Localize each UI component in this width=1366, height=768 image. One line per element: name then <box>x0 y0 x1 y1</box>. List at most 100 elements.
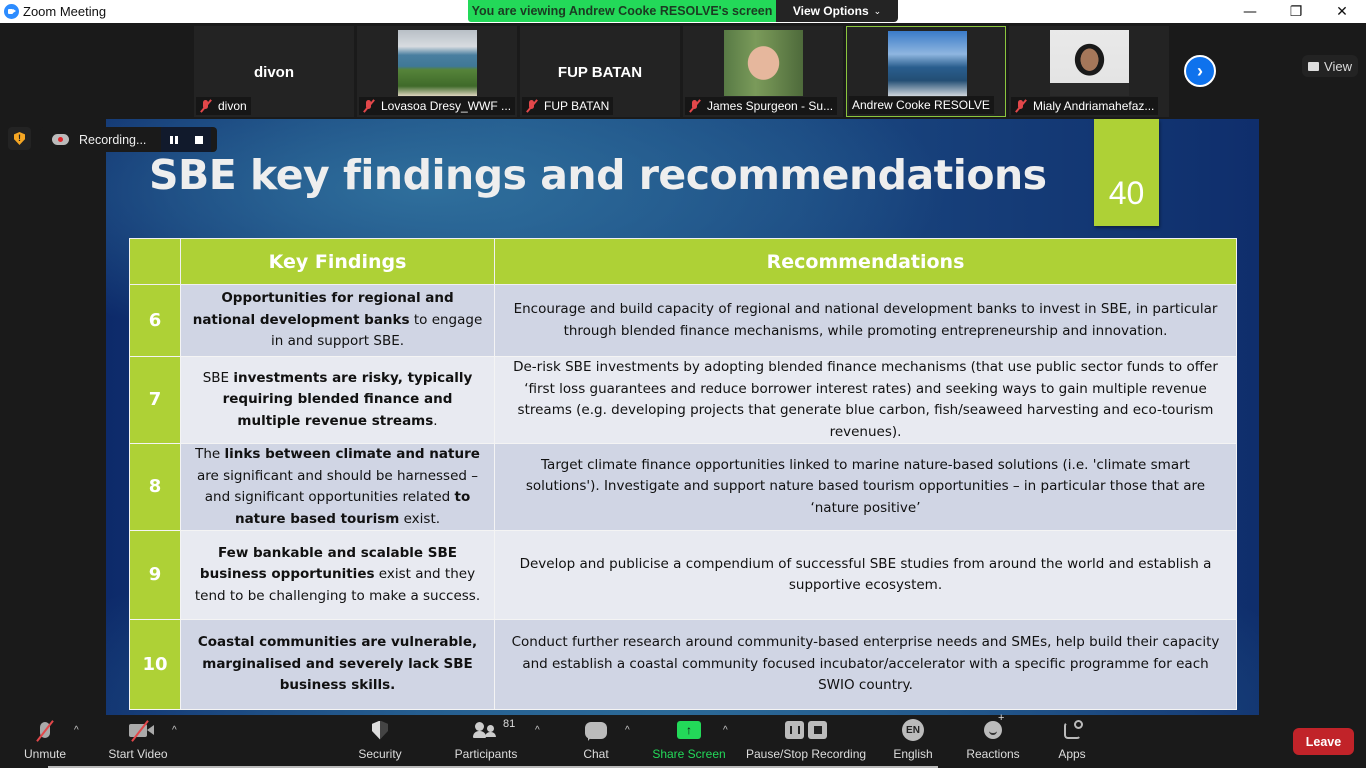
mic-muted-icon <box>688 99 702 113</box>
participants-button[interactable]: 81 Participants <box>454 715 518 768</box>
start-video-button[interactable]: Start Video <box>107 715 169 768</box>
key-finding-cell: Coastal communities are vulnerable, marg… <box>180 619 495 710</box>
row-number: 6 <box>129 284 181 357</box>
participant-name: Andrew Cooke RESOLVE <box>852 98 990 112</box>
finding-text: SBE <box>202 369 234 386</box>
finding-text-bold: Coastal communities are vulnerable, marg… <box>197 634 478 694</box>
participant-photo <box>724 30 803 96</box>
video-options-caret[interactable]: ^ <box>172 725 177 736</box>
unmute-label: Unmute <box>23 747 67 761</box>
chat-options-caret[interactable]: ^ <box>625 725 630 736</box>
share-options-caret[interactable]: ^ <box>723 725 728 736</box>
participant-name: FUP BATAN <box>544 99 610 113</box>
gallery-next-button[interactable]: › <box>1184 55 1216 87</box>
unmute-button[interactable]: Unmute <box>22 715 68 768</box>
minimize-button[interactable]: — <box>1227 0 1273 23</box>
row-number: 7 <box>129 356 181 444</box>
chat-label: Chat <box>583 747 609 761</box>
view-options-label: View Options <box>792 4 869 18</box>
pause-recording-button[interactable] <box>161 127 186 152</box>
stop-icon <box>194 135 203 144</box>
language-button[interactable]: EN English <box>892 715 934 768</box>
participant-tile[interactable]: divon divon <box>194 26 354 117</box>
participant-tile[interactable]: Mialy Andriamahefaz... <box>1009 26 1169 117</box>
pause-stop-icon <box>785 721 827 739</box>
shield-icon <box>372 720 388 740</box>
chat-button[interactable]: Chat <box>578 715 614 768</box>
participant-tile-active-speaker[interactable]: Andrew Cooke RESOLVE <box>846 26 1006 117</box>
participant-name: James Spurgeon - Su... <box>707 99 834 113</box>
recommendation-cell: Develop and publicise a compendium of su… <box>494 530 1237 620</box>
chat-icon <box>585 721 607 741</box>
mic-muted-icon <box>40 722 50 738</box>
pause-stop-recording-button[interactable]: Pause/Stop Recording <box>746 715 866 768</box>
window-title-bar: Zoom Meeting You are viewing Andrew Cook… <box>0 0 1366 23</box>
recommendation-cell: Target climate finance opportunities lin… <box>494 443 1237 531</box>
key-finding-cell: The links between climate and nature are… <box>180 443 495 531</box>
key-finding-cell: Opportunities for regional and national … <box>180 284 495 357</box>
share-screen-button[interactable]: ↑ Share Screen <box>652 715 726 768</box>
recommendation-cell: Conduct further research around communit… <box>494 619 1237 710</box>
participants-icon <box>473 722 499 738</box>
video-off-icon <box>129 723 154 737</box>
participants-options-caret[interactable]: ^ <box>535 725 540 736</box>
zoom-app-icon <box>4 4 19 19</box>
participant-tile[interactable]: James Spurgeon - Su... <box>683 26 843 117</box>
reactions-label: Reactions <box>966 747 1020 761</box>
audio-options-caret[interactable]: ^ <box>74 725 79 736</box>
mic-muted-icon <box>1014 99 1028 113</box>
reactions-icon <box>984 712 1004 739</box>
table-row: 10 Coastal communities are vulnerable, ma… <box>129 619 1237 710</box>
participant-gallery: divon divon Lovasoa Dresy_WWF ... FUP BA… <box>0 23 1366 119</box>
table-row: 7 SBE investments are risky, typically re… <box>129 356 1237 444</box>
finding-text: exist. <box>399 510 441 527</box>
language-icon: EN <box>902 719 924 741</box>
security-alert-badge[interactable]: ! <box>8 127 31 150</box>
finding-text-bold: links between climate and nature <box>224 446 480 462</box>
participant-photo <box>1050 30 1129 96</box>
slide-title: SBE key findings and recommendations <box>149 151 1047 199</box>
participant-photo <box>398 30 477 96</box>
restore-button[interactable]: ❐ <box>1273 0 1319 23</box>
header-key-findings: Key Findings <box>180 238 495 285</box>
participant-name-bar: Lovasoa Dresy_WWF ... <box>359 97 516 115</box>
pause-icon <box>169 135 178 144</box>
slide-number: 40 <box>1094 119 1159 226</box>
chevron-down-icon: ⌄ <box>873 5 882 16</box>
security-button[interactable]: Security <box>356 715 404 768</box>
participant-name-bar: Andrew Cooke RESOLVE <box>849 96 994 114</box>
recommendation-cell: De-risk SBE investments by adopting blen… <box>494 356 1237 444</box>
key-finding-cell: SBE investments are risky, typically req… <box>180 356 495 444</box>
participants-label: Participants <box>454 747 518 761</box>
stop-recording-button[interactable] <box>186 127 211 152</box>
cloud-recording-icon <box>52 134 69 145</box>
table-row: 9 Few bankable and scalable SBE business … <box>129 530 1237 620</box>
participant-name-bar: FUP BATAN <box>522 97 614 115</box>
recording-label: Recording... <box>79 132 147 147</box>
row-number: 9 <box>129 530 181 620</box>
header-recommendations: Recommendations <box>494 238 1237 285</box>
apps-icon <box>1063 719 1083 739</box>
mic-muted-icon <box>525 99 539 113</box>
leave-button[interactable]: Leave <box>1293 728 1354 755</box>
apps-button[interactable]: Apps <box>1056 715 1088 768</box>
participant-tile[interactable]: FUP BATAN FUP BATAN <box>520 26 680 117</box>
row-number: 10 <box>129 619 181 710</box>
participant-name-bar: James Spurgeon - Su... <box>685 97 838 115</box>
view-button[interactable]: View <box>1302 55 1358 77</box>
header-number <box>129 238 181 285</box>
participant-name: divon <box>218 99 247 113</box>
view-options-button[interactable]: View Options ⌄ <box>776 0 898 22</box>
apps-label: Apps <box>1058 747 1086 761</box>
participant-tile[interactable]: Lovasoa Dresy_WWF ... <box>357 26 517 117</box>
row-number: 8 <box>129 443 181 531</box>
start-video-label: Start Video <box>108 747 168 761</box>
participant-name: Mialy Andriamahefaz... <box>1033 99 1155 113</box>
reactions-button[interactable]: Reactions <box>966 712 1020 768</box>
meeting-toolbar: Unmute ^ Start Video ^ Security 81 Parti… <box>0 712 1366 768</box>
participant-photo <box>888 31 967 97</box>
shared-screen-slide: SBE key findings and recommendations 40 … <box>106 119 1259 715</box>
close-button[interactable]: ✕ <box>1319 0 1365 23</box>
participants-count: 81 <box>503 718 516 730</box>
participant-display-name: divon <box>254 64 294 81</box>
